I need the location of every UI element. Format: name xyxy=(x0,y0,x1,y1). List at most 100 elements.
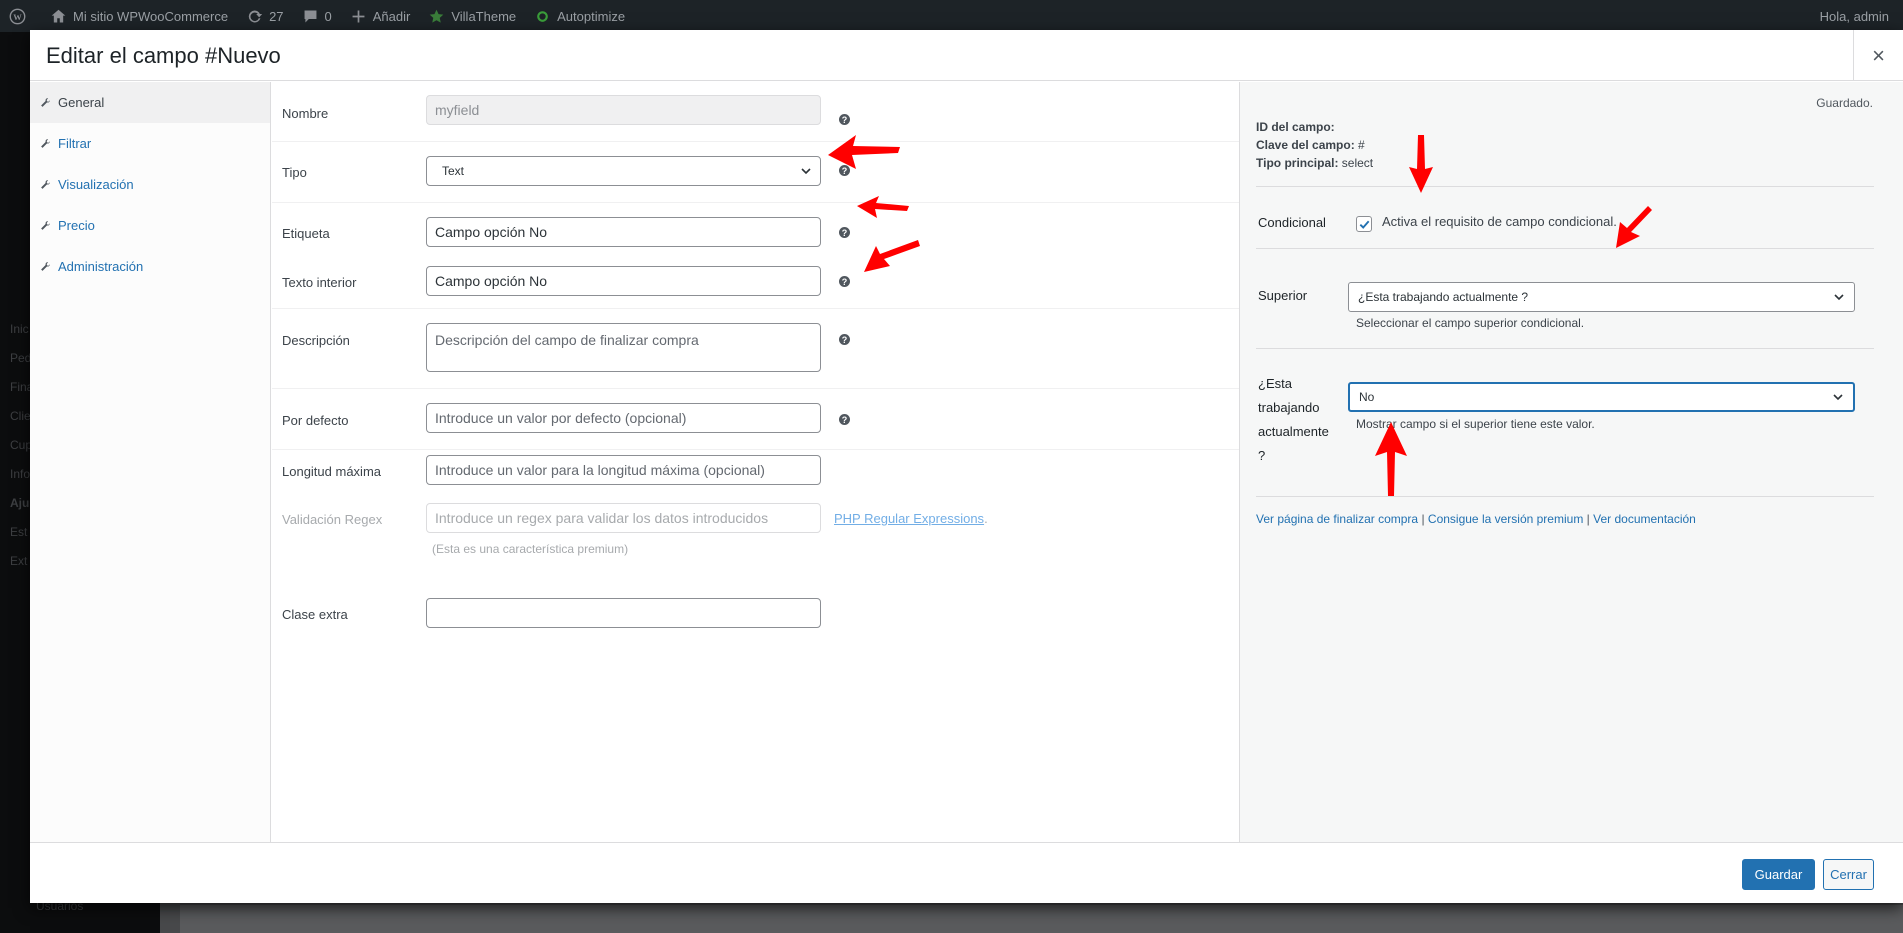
divider xyxy=(1256,496,1874,497)
divider xyxy=(1256,186,1874,187)
help-icon[interactable]: ? xyxy=(839,334,850,345)
documentation-link[interactable]: Ver documentación xyxy=(1593,512,1696,526)
field-row-por-defecto: Por defecto Introduce un valor por defec… xyxy=(272,390,1239,450)
tab-general[interactable]: General xyxy=(30,82,270,123)
tab-administracion[interactable]: Administración xyxy=(30,246,270,287)
help-icon[interactable]: ? xyxy=(839,227,850,238)
field-label: Nombre xyxy=(282,106,329,121)
tab-filtrar[interactable]: Filtrar xyxy=(30,123,270,164)
edit-field-modal: Editar el campo #Nuevo × General Filtrar… xyxy=(30,30,1903,903)
wrench-icon xyxy=(41,180,50,189)
annotation-arrow-icon xyxy=(1409,135,1433,193)
status-circle-icon xyxy=(537,10,548,22)
tab-precio[interactable]: Precio xyxy=(30,205,270,246)
wrench-icon xyxy=(41,139,50,148)
conditional-panel: Guardado. ID del campo: Clave del campo:… xyxy=(1239,82,1903,842)
menu-item: Ped xyxy=(10,351,32,365)
field-row-nombre: Nombre myfield ? xyxy=(272,82,1239,142)
annotation-arrow-icon xyxy=(828,135,900,169)
autoptimize-link[interactable]: Autoptimize xyxy=(525,0,634,32)
help-icon[interactable]: ? xyxy=(839,114,850,125)
premium-note: (Esta es una característica premium) xyxy=(432,542,629,556)
field-row-tipo: Tipo Text ? xyxy=(272,143,1239,203)
parent-select[interactable]: ¿Esta trabajando actualmente ? xyxy=(1348,282,1855,312)
annotation-arrow-icon xyxy=(857,196,909,218)
field-type-meta: Tipo principal: select xyxy=(1256,156,1374,170)
name-input[interactable]: myfield xyxy=(426,95,821,125)
menu-item: Info xyxy=(10,467,31,481)
max-length-input[interactable]: Introduce un valor para la longitud máxi… xyxy=(426,455,821,485)
home-icon xyxy=(51,9,66,22)
star-icon xyxy=(430,9,444,23)
admin-bar: W Mi sitio WPWooCommerce 27 0 Añadir Vil… xyxy=(0,0,1903,32)
field-label: Etiqueta xyxy=(282,226,330,241)
background-page-strip xyxy=(180,905,1903,933)
parent-description: Seleccionar el campo superior condiciona… xyxy=(1356,316,1585,330)
field-label: Longitud máxima xyxy=(282,464,381,479)
chevron-down-icon xyxy=(1833,394,1843,401)
modal-header: Editar el campo #Nuevo × xyxy=(30,30,1903,81)
checkmark-icon xyxy=(1359,220,1370,229)
account-greeting[interactable]: Hola, admin xyxy=(1820,9,1903,24)
general-form: Nombre myfield ? Tipo Text ? Etiqueta Ca… xyxy=(272,82,1239,842)
plus-icon xyxy=(352,10,365,22)
default-value-input[interactable]: Introduce un valor por defecto (opcional… xyxy=(426,403,821,433)
field-id-meta: ID del campo: xyxy=(1256,120,1335,134)
conditional-checkbox[interactable] xyxy=(1356,216,1372,232)
php-regex-link[interactable]: PHP Regular Expressions xyxy=(834,511,984,526)
wrench-icon xyxy=(41,262,50,271)
divider xyxy=(1256,248,1874,249)
description-textarea[interactable]: Descripción del campo de finalizar compr… xyxy=(426,323,821,372)
annotation-arrow-icon xyxy=(1616,206,1652,248)
conditional-label: Condicional xyxy=(1258,215,1326,230)
annotation-arrow-icon xyxy=(1375,422,1407,496)
villatheme-link[interactable]: VillaTheme xyxy=(419,0,525,32)
save-button[interactable]: Guardar xyxy=(1742,859,1815,890)
regex-help: PHP Regular Expressions. xyxy=(834,511,988,526)
value-select[interactable]: No xyxy=(1348,382,1855,412)
new-content-link[interactable]: Añadir xyxy=(341,0,420,32)
conditional-text: Activa el requisito de campo condicional… xyxy=(1382,214,1617,229)
premium-version-link[interactable]: Consigue la versión premium xyxy=(1428,512,1583,526)
comments-link[interactable]: 0 xyxy=(293,0,341,32)
tab-sidebar: General Filtrar Visualización Precio Adm… xyxy=(30,82,271,842)
wrench-icon xyxy=(41,98,50,107)
wordpress-logo-icon[interactable]: W xyxy=(0,0,41,32)
field-row-etiqueta: Etiqueta Campo opción No ? Texto interio… xyxy=(272,204,1239,309)
regex-input[interactable]: Introduce un regex para validar los dato… xyxy=(426,503,821,533)
help-icon[interactable]: ? xyxy=(839,414,850,425)
annotation-arrow-icon xyxy=(864,240,920,272)
close-icon[interactable]: × xyxy=(1853,30,1903,81)
updates-link[interactable]: 27 xyxy=(237,0,292,32)
svg-text:W: W xyxy=(13,11,22,21)
field-label: Texto interior xyxy=(282,275,357,290)
field-label: Validación Regex xyxy=(282,512,383,527)
label-input[interactable]: Campo opción No xyxy=(426,217,821,247)
field-label: Tipo xyxy=(282,165,307,180)
field-row-longitud: Longitud máxima Introduce un valor para … xyxy=(272,451,1239,591)
field-label: Por defecto xyxy=(282,413,349,428)
field-label: Descripción xyxy=(282,333,350,348)
refresh-icon xyxy=(248,10,263,22)
help-icon[interactable]: ? xyxy=(839,276,850,287)
menu-item: Cup xyxy=(10,438,33,452)
site-name-link[interactable]: Mi sitio WPWooCommerce xyxy=(41,0,237,32)
panel-links: Ver página de finalizar compra | Consigu… xyxy=(1256,512,1696,526)
field-row-clase-extra: Clase extra xyxy=(272,592,1239,652)
chevron-down-icon xyxy=(1834,294,1844,301)
save-status: Guardado. xyxy=(1816,96,1873,110)
value-label: ¿Esta trabajando actualmente ? xyxy=(1258,376,1329,463)
parent-label: Superior xyxy=(1258,288,1308,303)
tab-visualizacion[interactable]: Visualización xyxy=(30,164,270,205)
placeholder-input[interactable]: Campo opción No xyxy=(426,266,821,296)
extra-class-input[interactable] xyxy=(426,598,821,628)
checkout-page-link[interactable]: Ver página de finalizar compra xyxy=(1256,512,1418,526)
modal-title: Editar el campo #Nuevo xyxy=(46,43,281,68)
field-label: Clase extra xyxy=(282,607,348,622)
modal-footer: Guardar Cerrar xyxy=(30,842,1903,903)
type-select[interactable]: Text xyxy=(426,156,821,186)
divider xyxy=(1256,348,1874,349)
wrench-icon xyxy=(41,221,50,230)
close-button[interactable]: Cerrar xyxy=(1823,859,1874,890)
menu-item: Aju xyxy=(10,496,30,510)
